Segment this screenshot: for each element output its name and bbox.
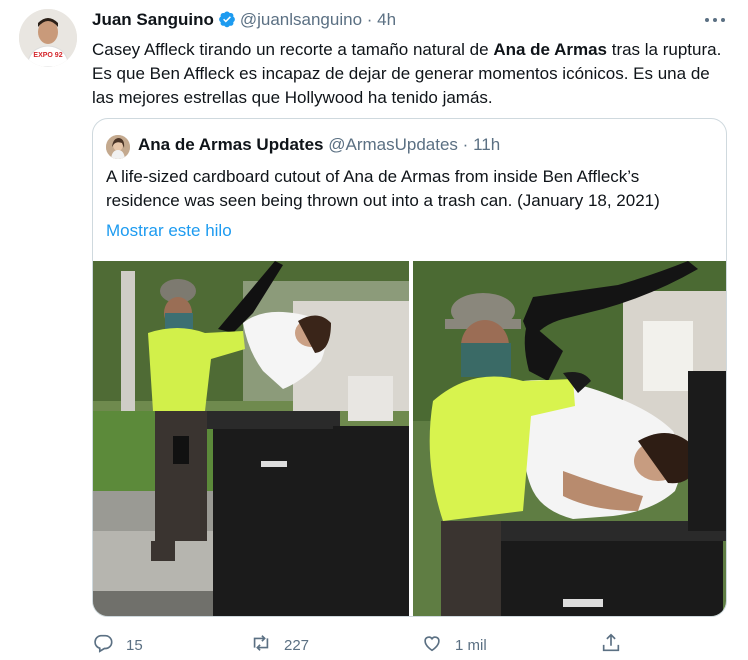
header-separator: ·: [366, 10, 373, 29]
more-icon[interactable]: [703, 13, 727, 27]
show-thread-link[interactable]: Mostrar este hilo: [106, 221, 232, 241]
retweet-count: 227: [284, 636, 310, 654]
retweet-button[interactable]: 227: [250, 632, 309, 658]
reply-button[interactable]: 15: [92, 632, 143, 658]
author-handle[interactable]: @juanlsanguino: [240, 10, 362, 29]
reply-icon: [92, 632, 114, 658]
quoted-author-avatar: [106, 135, 130, 159]
like-icon: [421, 632, 443, 658]
reply-count: 15: [126, 636, 143, 654]
quoted-time: 11h: [473, 135, 501, 154]
tweet-text: Casey Affleck tirando un recorte a tamañ…: [92, 38, 732, 110]
quoted-tweet-card[interactable]: Ana de Armas Updates @ArmasUpdates · 11h…: [92, 118, 727, 617]
quoted-header: Ana de Armas Updates @ArmasUpdates · 11h: [138, 135, 500, 155]
like-count: 1 mil: [455, 636, 487, 654]
quoted-separator: ·: [462, 135, 469, 154]
share-icon: [600, 632, 622, 658]
photo-right[interactable]: [413, 261, 726, 616]
avatar-shirt-text: EXPO 92: [33, 52, 62, 59]
tweet-time[interactable]: 4h: [377, 10, 396, 29]
quoted-text: A life-sized cardboard cutout of Ana de …: [106, 167, 660, 210]
tweet-text-part1: Casey Affleck tirando un recorte a tamañ…: [92, 40, 494, 59]
verified-badge-icon: [218, 10, 236, 33]
quoted-author-handle: @ArmasUpdates: [328, 135, 458, 154]
like-button[interactable]: 1 mil: [421, 632, 487, 658]
tweet-text-bold: Ana de Armas: [493, 40, 607, 59]
author-name[interactable]: Juan Sanguino: [92, 10, 214, 29]
quoted-author-name: Ana de Armas Updates: [138, 135, 324, 154]
retweet-icon: [250, 632, 272, 658]
share-button[interactable]: [600, 632, 622, 658]
photo-left[interactable]: [93, 261, 409, 616]
tweet-header: Juan Sanguino @juanlsanguino · 4h: [92, 10, 396, 33]
author-avatar[interactable]: EXPO 92: [19, 9, 77, 67]
